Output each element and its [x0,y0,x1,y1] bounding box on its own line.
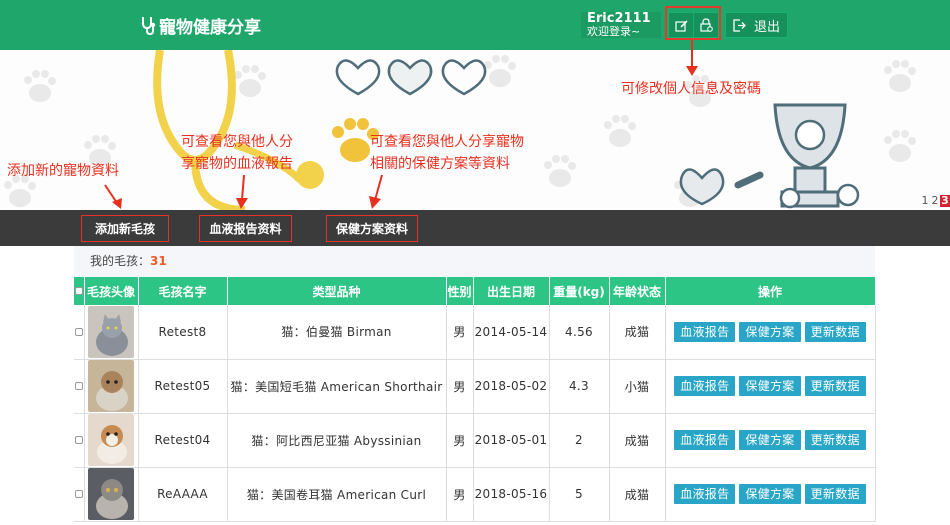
pet-breed: 猫：美国卷耳猫 American Curl [227,467,447,522]
logout-label: 退出 [753,19,780,35]
pet-age-status: 小猫 [609,359,666,414]
table-row: ReAAAA 猫：美国卷耳猫 American Curl 男 2018-05-1… [74,467,876,522]
pet-weight: 2 [549,413,610,468]
table-row: Retest8 猫：伯曼猫 Birman 男 2014-05-14 4.56 成… [74,305,876,360]
note-blood-line1: 可查看您與他人分 [181,134,293,150]
banner-page-3[interactable]: 3 [940,195,950,207]
row-actions: 血液报告 保健方案 更新数据 [665,305,876,360]
note-add-pet: 添加新的寵物資料 [7,163,119,179]
site-title: 寵物健康分享 [159,18,261,38]
pet-name: ReAAAA [138,467,228,522]
row-checkbox[interactable] [74,382,83,390]
blood-report-action[interactable]: 血液报告 [674,376,736,396]
column-header: 出生日期 [473,277,550,305]
pet-count-label: 我的毛孩： [90,254,151,268]
banner-page-1[interactable]: 1 [920,195,930,207]
pet-sex: 男 [446,305,474,360]
table-row: Retest04 猫：阿比西尼亚猫 Abyssinian 男 2018-05-0… [74,413,876,468]
pet-birthdate: 2018-05-01 [473,413,550,468]
pet-count-value: 31 [150,254,167,268]
health-plan-action[interactable]: 保健方案 [739,484,801,504]
pet-avatar[interactable] [88,305,134,358]
health-plan-action[interactable]: 保健方案 [739,321,801,342]
pet-breed: 猫：美国短毛猫 American Shorthair [227,359,447,414]
blood-report-button[interactable]: 血液报告资料 [199,215,292,242]
row-actions: 血液报告 保健方案 更新数据 [665,467,876,522]
blood-report-action[interactable]: 血液报告 [674,484,736,504]
table-row: Retest05 猫：美国短毛猫 American Shorthair 男 20… [74,359,876,414]
banner-illustration [4,50,916,210]
pet-avatar[interactable] [88,468,134,520]
pet-breed: 猫：阿比西尼亚猫 Abyssinian [227,413,447,468]
pet-sex: 男 [446,413,474,468]
column-header: 操作 [665,277,876,305]
row-checkbox[interactable] [74,327,83,336]
pet-birthdate: 2018-05-02 [473,359,550,414]
blood-report-action[interactable]: 血液报告 [674,321,736,342]
pet-sex: 男 [446,359,474,414]
logout-icon [733,18,746,32]
blood-report-action[interactable]: 血液报告 [674,430,736,450]
column-header: 毛孩名字 [138,277,228,305]
update-data-action[interactable]: 更新数据 [804,430,866,450]
logout-button[interactable]: 退出 [725,12,788,38]
row-checkbox[interactable] [74,436,83,444]
column-header: 性别 [446,277,474,305]
table-header-row: 毛孩头像 毛孩名字 类型品种 性别 出生日期 重量(kg) 年龄状态 操作 [74,277,876,305]
pet-age-status: 成猫 [609,467,666,522]
profile-highlight-box [665,6,721,40]
username: Eric2111 [587,11,651,26]
pet-age-status: 成猫 [609,413,666,468]
action-bar: 添加新毛孩 血液报告资料 保健方案资料 [0,210,950,246]
stethoscope-icon [142,16,156,35]
row-checkbox[interactable] [74,490,83,498]
pet-weight: 5 [549,467,610,522]
pet-avatar[interactable] [88,360,134,412]
column-header: 重量(kg) [549,277,610,305]
hero-banner: 可修改個人信息及密碼 添加新的寵物資料 可查看您與他人分 享寵物的血液報告 可查… [0,50,950,210]
top-header: 寵物健康分享 Eric2111 欢迎登录~ 退出 [0,0,950,50]
pet-name: Retest04 [138,413,228,468]
pet-sex: 男 [446,467,474,522]
update-data-action[interactable]: 更新数据 [804,484,866,504]
pet-name: Retest8 [138,305,228,360]
pet-list-panel: 我的毛孩：31 毛孩头像 毛孩名字 类型品种 性别 出生日期 重量(kg) 年龄… [74,246,876,525]
row-actions: 血液报告 保健方案 更新数据 [665,359,876,414]
note-blood-line2: 享寵物的血液報告 [181,156,293,172]
pet-count-bar: 我的毛孩：31 [74,246,875,277]
select-all-header [74,277,85,305]
column-header: 类型品种 [227,277,447,305]
select-all-checkbox[interactable] [74,287,83,295]
pet-breed: 猫：伯曼猫 Birman [227,305,447,360]
pet-weight: 4.56 [549,305,610,360]
health-plan-button[interactable]: 保健方案资料 [326,215,418,242]
pet-birthdate: 2014-05-14 [473,305,550,360]
site-logo[interactable]: 寵物健康分享 [140,13,261,38]
welcome-text: 欢迎登录~ [587,25,641,38]
pet-age-status: 成猫 [609,305,666,360]
pet-avatar[interactable] [88,414,134,466]
health-plan-action[interactable]: 保健方案 [739,430,801,450]
note-health-line1: 可查看您與他人分享寵物 [370,134,524,150]
note-profile: 可修改個人信息及密碼 [621,81,761,97]
note-health-line2: 相關的保健方案等資料 [370,156,510,172]
user-info: Eric2111 欢迎登录~ [581,12,661,38]
banner-pager: 1 2 3 [920,195,950,207]
column-header: 毛孩头像 [84,277,139,305]
column-header: 年龄状态 [609,277,666,305]
pet-birthdate: 2018-05-16 [473,467,550,522]
pet-name: Retest05 [138,359,228,414]
update-data-action[interactable]: 更新数据 [804,376,866,396]
pet-weight: 4.3 [549,359,610,414]
update-data-action[interactable]: 更新数据 [804,321,866,342]
pet-table: 毛孩头像 毛孩名字 类型品种 性别 出生日期 重量(kg) 年龄状态 操作 Re… [74,277,876,522]
add-pet-button[interactable]: 添加新毛孩 [81,215,169,242]
row-actions: 血液报告 保健方案 更新数据 [665,413,876,468]
banner-page-2[interactable]: 2 [930,195,940,207]
health-plan-action[interactable]: 保健方案 [739,376,801,396]
